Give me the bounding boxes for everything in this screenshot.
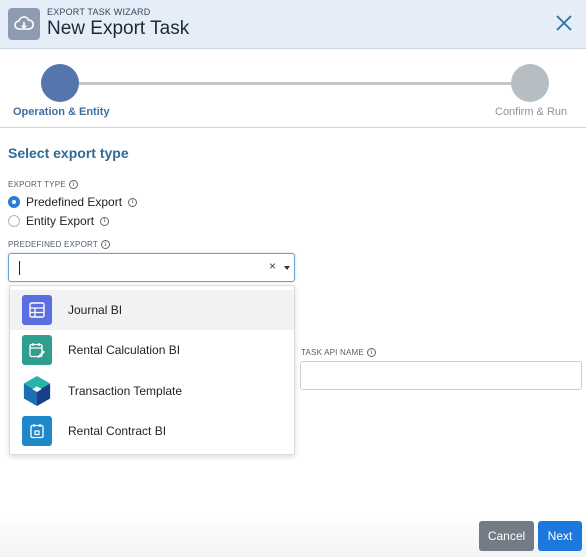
predefined-export-label-text: PREDEFINED EXPORT (8, 240, 98, 249)
step-2-label[interactable]: Confirm & Run (495, 106, 567, 118)
task-api-name-label: TASK API NAME i (301, 348, 376, 357)
close-icon[interactable] (554, 13, 574, 33)
calendar-edit-icon (22, 335, 52, 365)
clear-icon[interactable]: × (269, 259, 276, 273)
radio-button-unchecked[interactable] (8, 215, 20, 227)
dropdown-option-label: Rental Calculation BI (68, 343, 181, 357)
dropdown-option-rental-contract-bi[interactable]: Rental Contract BI (10, 411, 294, 451)
radio-button-checked[interactable] (8, 196, 20, 208)
info-icon[interactable]: i (366, 348, 376, 357)
info-icon[interactable]: i (128, 197, 138, 207)
step-1-indicator[interactable] (41, 64, 79, 102)
radio-predefined-export[interactable]: Predefined Export i (8, 195, 138, 209)
cloud-download-icon (8, 8, 40, 40)
radio-entity-label[interactable]: Entity Export (26, 214, 94, 228)
info-icon[interactable]: i (100, 240, 110, 249)
chevron-down-icon[interactable] (284, 266, 290, 270)
info-icon[interactable]: i (68, 180, 78, 189)
calendar-icon (22, 416, 52, 446)
export-type-label: EXPORT TYPE i (8, 180, 78, 189)
export-type-label-text: EXPORT TYPE (8, 180, 66, 189)
dialog-subtitle: EXPORT TASK WIZARD (47, 7, 151, 17)
dropdown-option-label: Transaction Template (68, 384, 183, 398)
dropdown-option-label: Journal BI (68, 303, 123, 317)
dropdown-option-transaction-template[interactable]: Transaction Template (10, 371, 294, 411)
dialog-title: New Export Task (47, 18, 190, 39)
dialog-header: EXPORT TASK WIZARD New Export Task (0, 0, 586, 49)
predefined-export-select[interactable]: × (8, 253, 295, 282)
step-connector (70, 82, 520, 85)
wizard-steps: Operation & Entity Confirm & Run (0, 49, 586, 128)
dropdown-option-rental-calculation-bi[interactable]: Rental Calculation BI (10, 330, 294, 370)
dropdown-option-label: Rental Contract BI (68, 424, 167, 438)
section-title: Select export type (8, 145, 129, 161)
dropdown-option-journal-bi[interactable]: Journal BI (10, 290, 294, 330)
cancel-button[interactable]: Cancel (479, 521, 534, 551)
info-icon[interactable]: i (100, 216, 110, 226)
step-2-indicator[interactable] (511, 64, 549, 102)
radio-predefined-label[interactable]: Predefined Export (26, 195, 122, 209)
next-button[interactable]: Next (538, 521, 582, 551)
cube-icon (22, 376, 52, 406)
text-caret (19, 261, 20, 275)
predefined-export-dropdown: Journal BI Rental Calculation BI Transac… (9, 285, 295, 455)
task-api-name-input[interactable] (300, 361, 582, 390)
step-1-label[interactable]: Operation & Entity (13, 106, 110, 118)
radio-entity-export[interactable]: Entity Export i (8, 214, 110, 228)
predefined-export-label: PREDEFINED EXPORT i (8, 240, 110, 249)
task-api-name-label-text: TASK API NAME (301, 348, 364, 357)
table-icon (22, 295, 52, 325)
